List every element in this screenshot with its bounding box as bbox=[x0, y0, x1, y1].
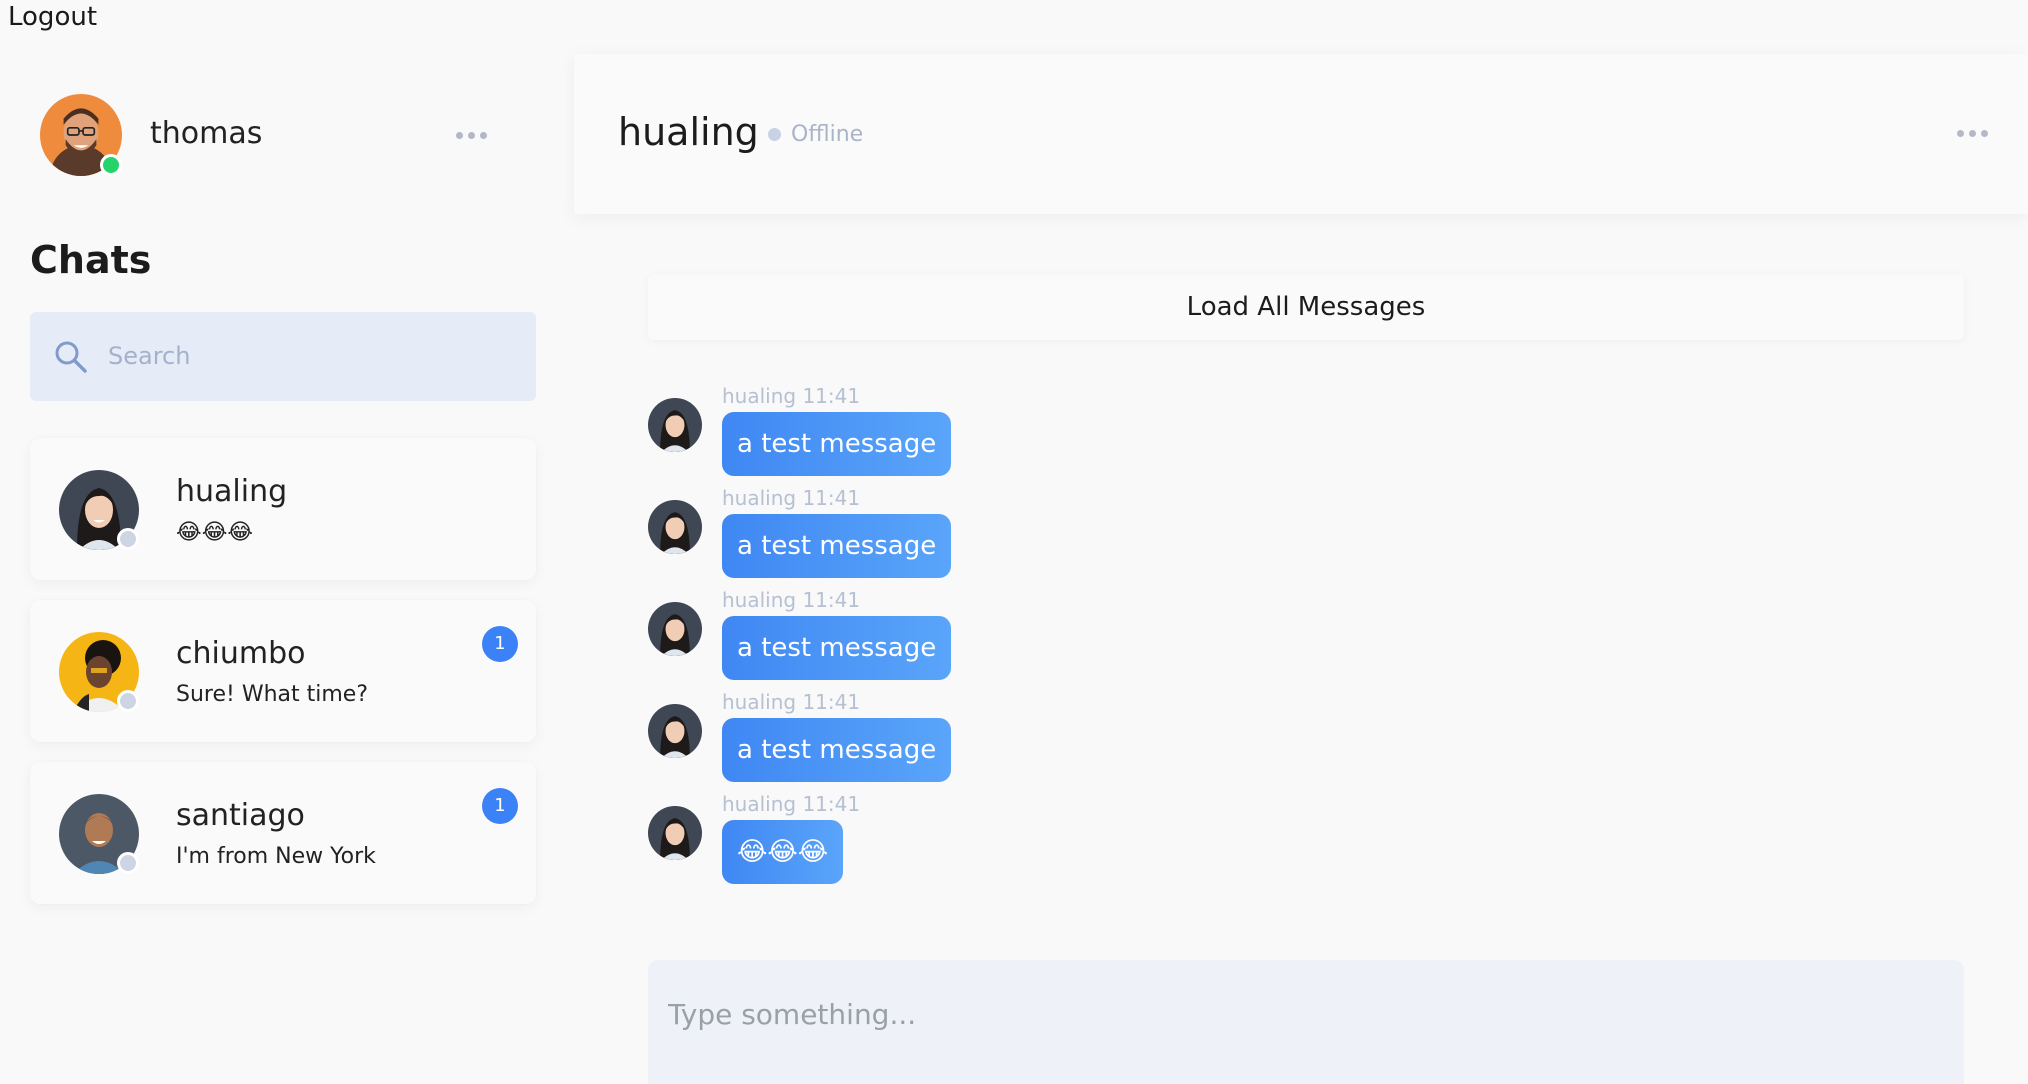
load-all-messages-button[interactable]: Load All Messages bbox=[648, 274, 1964, 340]
sidebar: thomas Chats hualing 😂😂😂 bbox=[0, 54, 560, 1084]
message: hualing 11:41 a test message bbox=[648, 486, 1448, 588]
search-box bbox=[30, 312, 536, 401]
message-meta: hualing 11:41 bbox=[722, 792, 861, 816]
avatar[interactable] bbox=[40, 94, 122, 176]
sender-avatar bbox=[648, 398, 702, 452]
unread-badge: 1 bbox=[482, 626, 518, 662]
offline-status-icon bbox=[117, 852, 139, 874]
search-input[interactable] bbox=[108, 332, 508, 380]
chat-item-chiumbo[interactable]: chiumbo Sure! What time? 1 bbox=[30, 600, 536, 742]
avatar bbox=[59, 470, 139, 550]
presence-text: Offline bbox=[791, 122, 864, 147]
message-meta: hualing 11:41 bbox=[722, 588, 861, 612]
chats-heading: Chats bbox=[30, 238, 152, 282]
chat-header: hualing Offline bbox=[574, 54, 2028, 214]
unread-badge: 1 bbox=[482, 788, 518, 824]
chat-preview: Sure! What time? bbox=[176, 682, 368, 707]
chat-preview: I'm from New York bbox=[176, 844, 376, 869]
chat-name: santiago bbox=[176, 798, 305, 833]
offline-status-icon bbox=[117, 690, 139, 712]
sender-avatar bbox=[648, 704, 702, 758]
message-input[interactable] bbox=[668, 998, 1938, 1058]
chat-preview: 😂😂😂 bbox=[176, 520, 254, 545]
avatar bbox=[648, 806, 702, 860]
message-meta: hualing 11:41 bbox=[722, 690, 861, 714]
message-meta: hualing 11:41 bbox=[722, 384, 861, 408]
chat-item-hualing[interactable]: hualing 😂😂😂 bbox=[30, 438, 536, 580]
message-meta: hualing 11:41 bbox=[722, 486, 861, 510]
message-bubble: a test message bbox=[722, 514, 952, 578]
chat-item-santiago[interactable]: santiago I'm from New York 1 bbox=[30, 762, 536, 904]
avatar bbox=[648, 500, 702, 554]
message-bubble: a test message bbox=[722, 616, 952, 680]
more-options-icon[interactable] bbox=[1957, 130, 1988, 137]
composer bbox=[648, 960, 1964, 1084]
conversation-title: hualing bbox=[618, 110, 759, 154]
chat-name: hualing bbox=[176, 474, 288, 509]
offline-status-icon bbox=[768, 128, 781, 141]
avatar bbox=[59, 632, 139, 712]
message: hualing 11:41 a test message bbox=[648, 384, 1448, 486]
sender-avatar bbox=[648, 500, 702, 554]
message-bubble: a test message bbox=[722, 412, 952, 476]
message: hualing 11:41 a test message bbox=[648, 690, 1448, 792]
message-bubble: 😂😂😂 bbox=[722, 820, 844, 884]
search-icon bbox=[55, 341, 87, 373]
more-options-icon[interactable] bbox=[456, 132, 487, 139]
offline-status-icon bbox=[117, 528, 139, 550]
avatar bbox=[648, 398, 702, 452]
presence-status: Offline bbox=[768, 122, 863, 147]
current-user-name: thomas bbox=[150, 116, 263, 151]
message: hualing 11:41 😂😂😂 bbox=[648, 792, 1448, 894]
online-status-icon bbox=[100, 154, 122, 176]
sender-avatar bbox=[648, 806, 702, 860]
current-user: thomas bbox=[40, 94, 500, 176]
chat-name: chiumbo bbox=[176, 636, 306, 671]
message-bubble: a test message bbox=[722, 718, 952, 782]
avatar bbox=[648, 704, 702, 758]
sender-avatar bbox=[648, 602, 702, 656]
avatar bbox=[648, 602, 702, 656]
message: hualing 11:41 a test message bbox=[648, 588, 1448, 690]
avatar bbox=[59, 794, 139, 874]
logout-link[interactable]: Logout bbox=[8, 2, 97, 32]
